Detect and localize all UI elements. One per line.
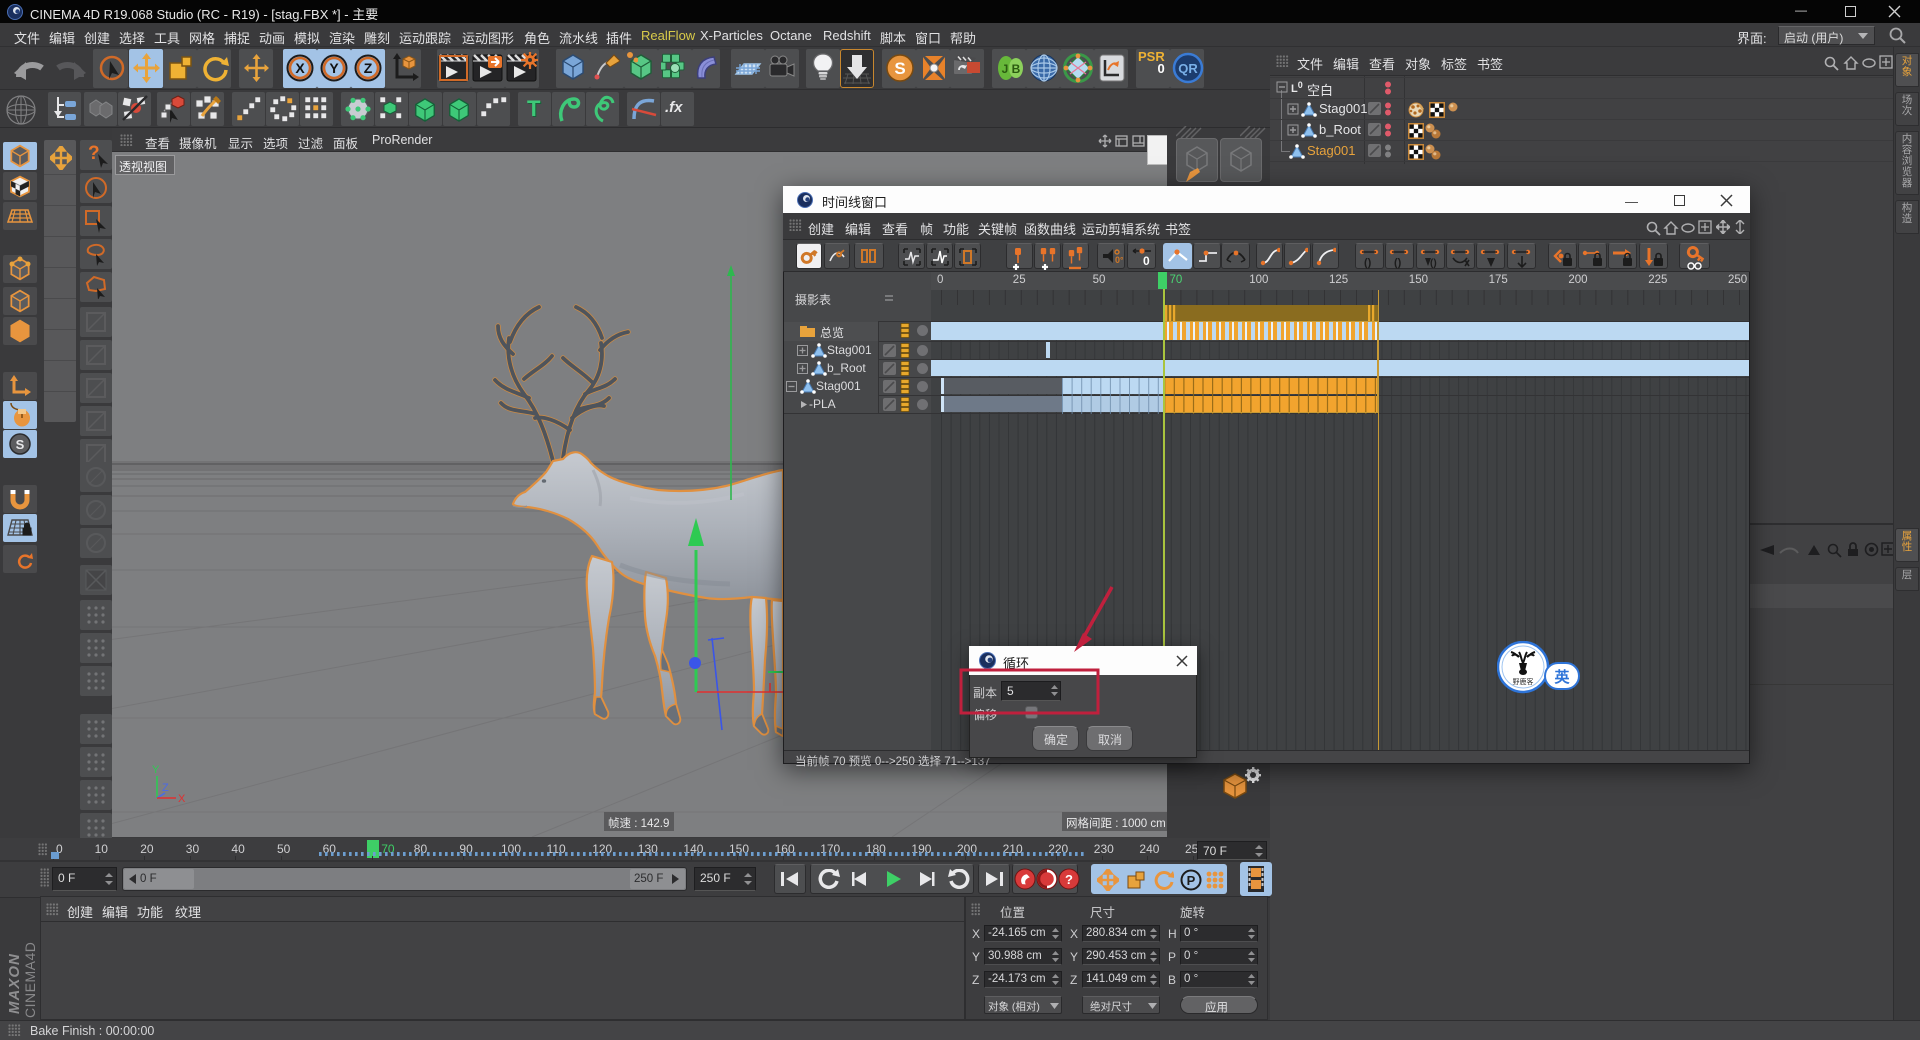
svg-text:(): () <box>1394 257 1402 269</box>
svg-text:P: P <box>1187 873 1196 888</box>
svg-text:0°: 0° <box>1115 255 1123 265</box>
svg-text:X: X <box>178 793 186 805</box>
svg-text:QR: QR <box>1178 61 1198 76</box>
svg-text:B: B <box>1012 62 1021 76</box>
svg-text:Y: Y <box>152 764 160 776</box>
svg-text:英: 英 <box>1554 668 1570 686</box>
svg-text:?: ? <box>1065 872 1073 887</box>
svg-text:0: 0 <box>1143 254 1150 266</box>
svg-text:Z: Z <box>162 782 169 794</box>
svg-text:(): () <box>1430 258 1437 269</box>
svg-text:(): () <box>1364 257 1372 269</box>
svg-text:Y: Y <box>329 60 339 76</box>
svg-text:X: X <box>295 60 305 76</box>
svg-text:J: J <box>1002 62 1009 76</box>
svg-text:野鹿客: 野鹿客 <box>1513 677 1534 686</box>
svg-text:Z: Z <box>364 60 373 76</box>
svg-text:S: S <box>16 437 25 452</box>
svg-text:S: S <box>894 59 905 78</box>
